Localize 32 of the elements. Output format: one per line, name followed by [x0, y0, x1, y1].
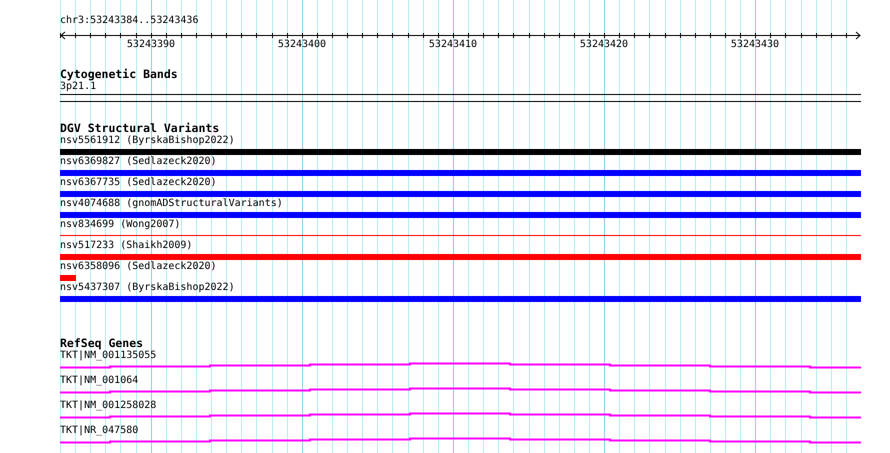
position-label: 53243400 [278, 39, 326, 50]
position-label: 53243430 [730, 39, 780, 50]
variant-bar[interactable] [60, 296, 861, 302]
variant-bar[interactable] [60, 170, 861, 176]
position-label: 53243410 [428, 39, 478, 50]
variant-label: nsv6367735 (Sedlazeck2020) [60, 177, 217, 189]
variant-label: nsv834699 (Wong2007) [60, 219, 180, 231]
track-title: Cytogenetic Bands [60, 68, 178, 81]
location-label: chr3:53243384..53243436 [60, 15, 198, 27]
variant-bar[interactable] [60, 190, 861, 196]
position-label: 53243390 [126, 39, 176, 50]
gene-line[interactable] [60, 388, 861, 394]
variant-bar[interactable] [60, 148, 861, 154]
variant-bar[interactable] [60, 212, 861, 218]
variant-label: nsv5561912 (ByrskaBishop2022) [60, 135, 235, 147]
gene-label: TKT|NM_001135055 [60, 350, 156, 362]
gene-label: TKT|NM_001258028 [60, 400, 156, 412]
gene-label: TKT|NM_001064 [60, 375, 138, 387]
position-label: 53243420 [580, 39, 628, 50]
band-label: 3p21.1 [60, 81, 96, 93]
cytoband[interactable] [60, 94, 861, 102]
gene-line[interactable] [60, 438, 861, 444]
variant-label: nsv6358096 (Sedlazeck2020) [60, 261, 217, 273]
gene-line[interactable] [60, 412, 861, 418]
variant-label: nsv4074688 (gnomADStructuralVariants) [60, 198, 283, 210]
variant-label: nsv5437307 (ByrskaBishop2022) [60, 282, 235, 294]
track-title: DGV Structural Variants [60, 122, 220, 135]
track-title: RefSeq Genes [60, 337, 144, 350]
gene-line[interactable] [60, 362, 861, 368]
gene-label: TKT|NR_047580 [60, 425, 138, 437]
variant-label: nsv6369827 (Sedlazeck2020) [60, 156, 217, 168]
variant-label: nsv517233 (Shaikh2009) [60, 240, 192, 252]
